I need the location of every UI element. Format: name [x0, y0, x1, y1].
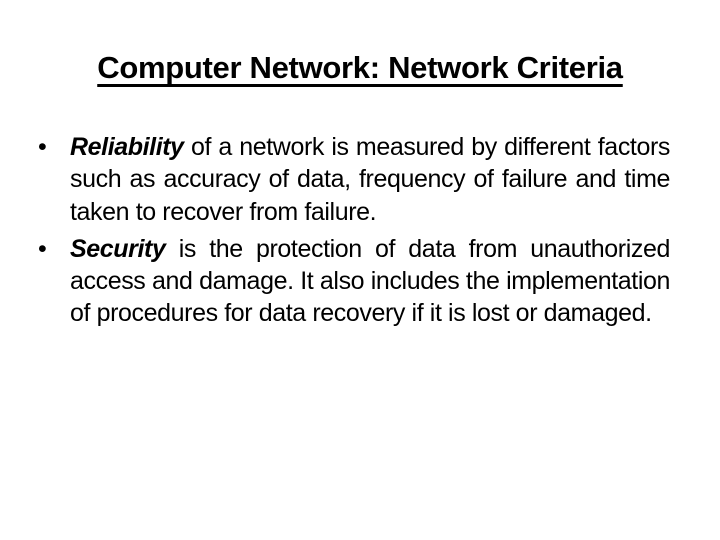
slide-title: Computer Network: Network Criteria — [0, 46, 720, 90]
slide: Computer Network: Network Criteria • Rel… — [0, 0, 720, 540]
bullet-marker-icon: • — [38, 133, 47, 161]
bullet-item-reliability: • Reliability of a network is measured b… — [38, 131, 670, 228]
bullet-item-security: • Security is the protection of data fro… — [38, 233, 670, 330]
bullet-marker-icon: • — [38, 234, 47, 263]
bullet-list: • Reliability of a network is measured b… — [38, 131, 670, 335]
bullet-term: Security — [70, 234, 166, 263]
bullet-term: Reliability — [70, 133, 184, 161]
slide-title-text: Computer Network: Network Criteria — [97, 50, 623, 85]
